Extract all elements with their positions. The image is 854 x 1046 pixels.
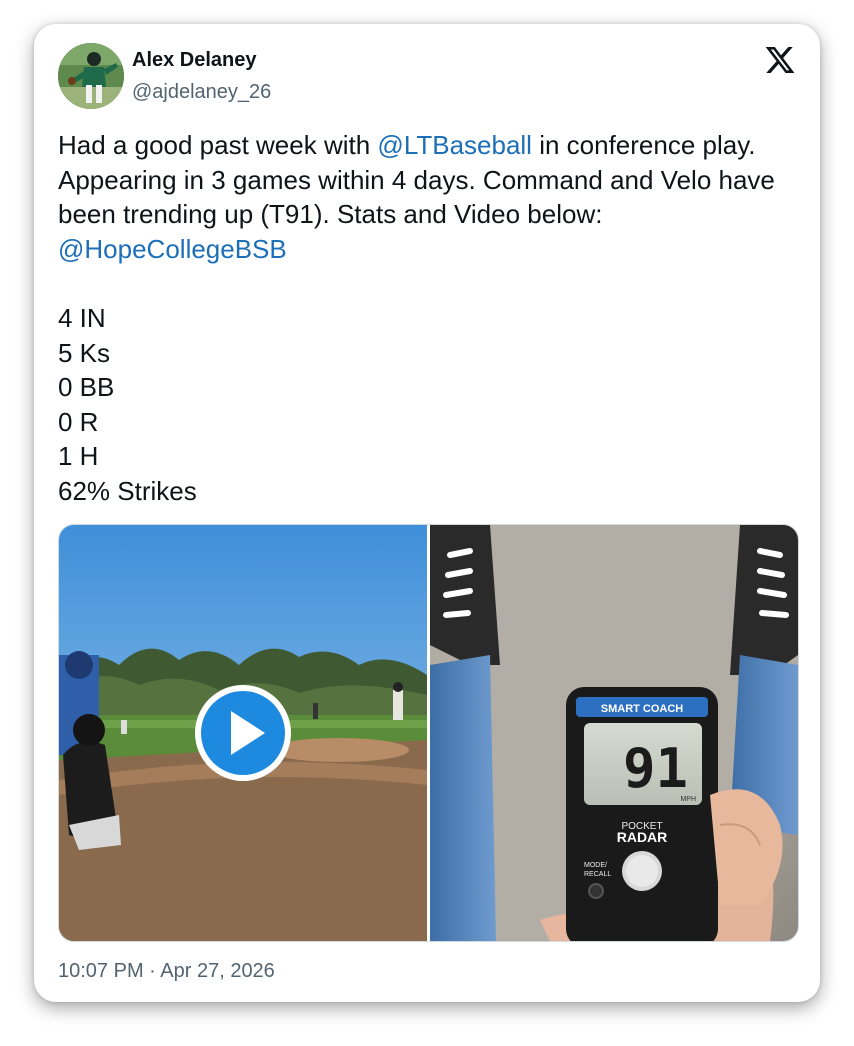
author-handle[interactable]: @ajdelaney_26 [132,81,271,104]
stat-line-strike-pct: 62% Strikes [58,475,197,506]
radar-image[interactable]: SMART COACH 91 MPH POCKET RADAR MODE/ RE… [430,525,798,941]
stat-line-runs: 0 R [58,406,99,437]
radar-mode-label: MODE/ [584,862,607,869]
radar-unit: MPH [680,796,696,803]
radar-reading: 91 [623,737,688,800]
mention-ltbaseball[interactable]: @LTBaseball [377,130,532,160]
stat-line-strikeouts: 5 Ks [58,337,111,368]
stat-line-innings: 4 IN [58,303,106,333]
tweet-text: Had a good past week with @LTBaseball in… [58,128,798,266]
tweet-card: Alex Delaney @ajdelaney_26 Had a good pa… [34,24,820,1002]
radar-brand-bottom: RADAR [617,829,668,845]
timestamp[interactable]: 10:07 PM · Apr 27, 2026 [58,960,275,983]
avatar[interactable] [58,43,124,109]
video-thumbnail[interactable] [59,525,427,941]
tweet-text-part1: Had a good past week with [58,130,378,160]
media-grid: SMART COACH 91 MPH POCKET RADAR MODE/ RE… [58,524,799,942]
radar-recall-label: RECALL [584,871,611,878]
stat-line-hits: 1 H [58,441,99,471]
x-logo-icon[interactable] [764,44,796,76]
stats-list: 4 IN 5 Ks 0 BB 0 R 1 H 62% Strikes [58,301,197,508]
author-name[interactable]: Alex Delaney [132,49,257,72]
stat-line-walks: 0 BB [58,372,115,402]
mention-hopecollegebsb[interactable]: @HopeCollegeBSB [58,234,287,264]
radar-header: SMART COACH [601,703,684,715]
